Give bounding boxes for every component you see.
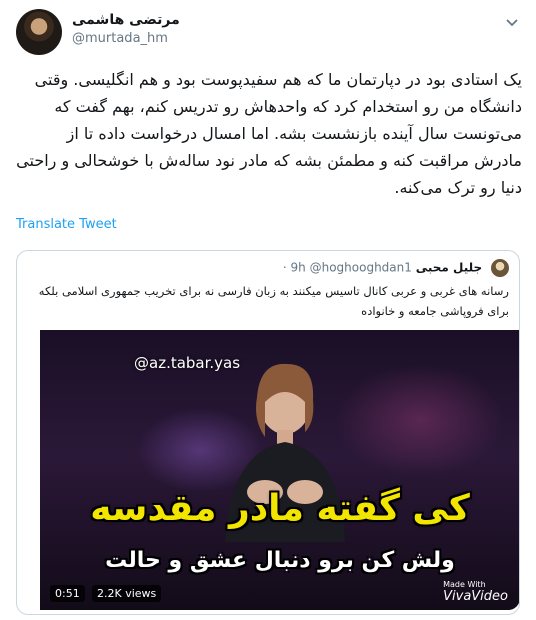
- chevron-down-icon[interactable]: [502, 12, 522, 32]
- quoted-author-handle[interactable]: @hoghooghdan1: [310, 261, 412, 275]
- quoted-time: · 9h: [282, 260, 306, 275]
- video-duration-badge: 0:51: [50, 585, 85, 602]
- video-caption-secondary: ولش کن برو دنبال عشق و حالت: [105, 548, 455, 573]
- video-caption-primary: کی گفته مادر مقدسه: [90, 488, 470, 529]
- quoted-author-name[interactable]: جلیل محبی: [416, 261, 482, 275]
- author-block[interactable]: مرتضی هاشمی @murtada_hm: [72, 12, 372, 46]
- watermark-small-text: Made With: [443, 580, 486, 589]
- quoted-tweet[interactable]: جلیل محبی @hoghooghdan1 · 9h رسانه های غ…: [16, 250, 520, 615]
- author-avatar[interactable]: [16, 9, 62, 55]
- watermark-brand-text: VivaVideo: [443, 589, 508, 604]
- quoted-tweet-header: جلیل محبی @hoghooghdan1 · 9h: [17, 259, 519, 279]
- translate-tweet-link[interactable]: Translate Tweet: [16, 217, 117, 232]
- quoted-tweet-text: رسانه های غربی و عربی کانال تاسیس میکنند…: [38, 284, 509, 318]
- vivavideo-watermark: Made With VivaVideo: [443, 580, 508, 604]
- author-handle[interactable]: @murtada_hm: [72, 31, 372, 46]
- video-player[interactable]: @az.tabar.yas کی گفته مادر مقدسه ولش کن …: [40, 330, 519, 610]
- author-name[interactable]: مرتضی هاشمی: [72, 12, 372, 28]
- quoted-avatar: [491, 259, 509, 277]
- video-views-badge: 2.2K views: [92, 585, 162, 602]
- tweet-text: یک استادی بود در دپارتمان ما که هم سفیدپ…: [16, 70, 522, 197]
- video-overlay-handle: @az.tabar.yas: [134, 354, 241, 372]
